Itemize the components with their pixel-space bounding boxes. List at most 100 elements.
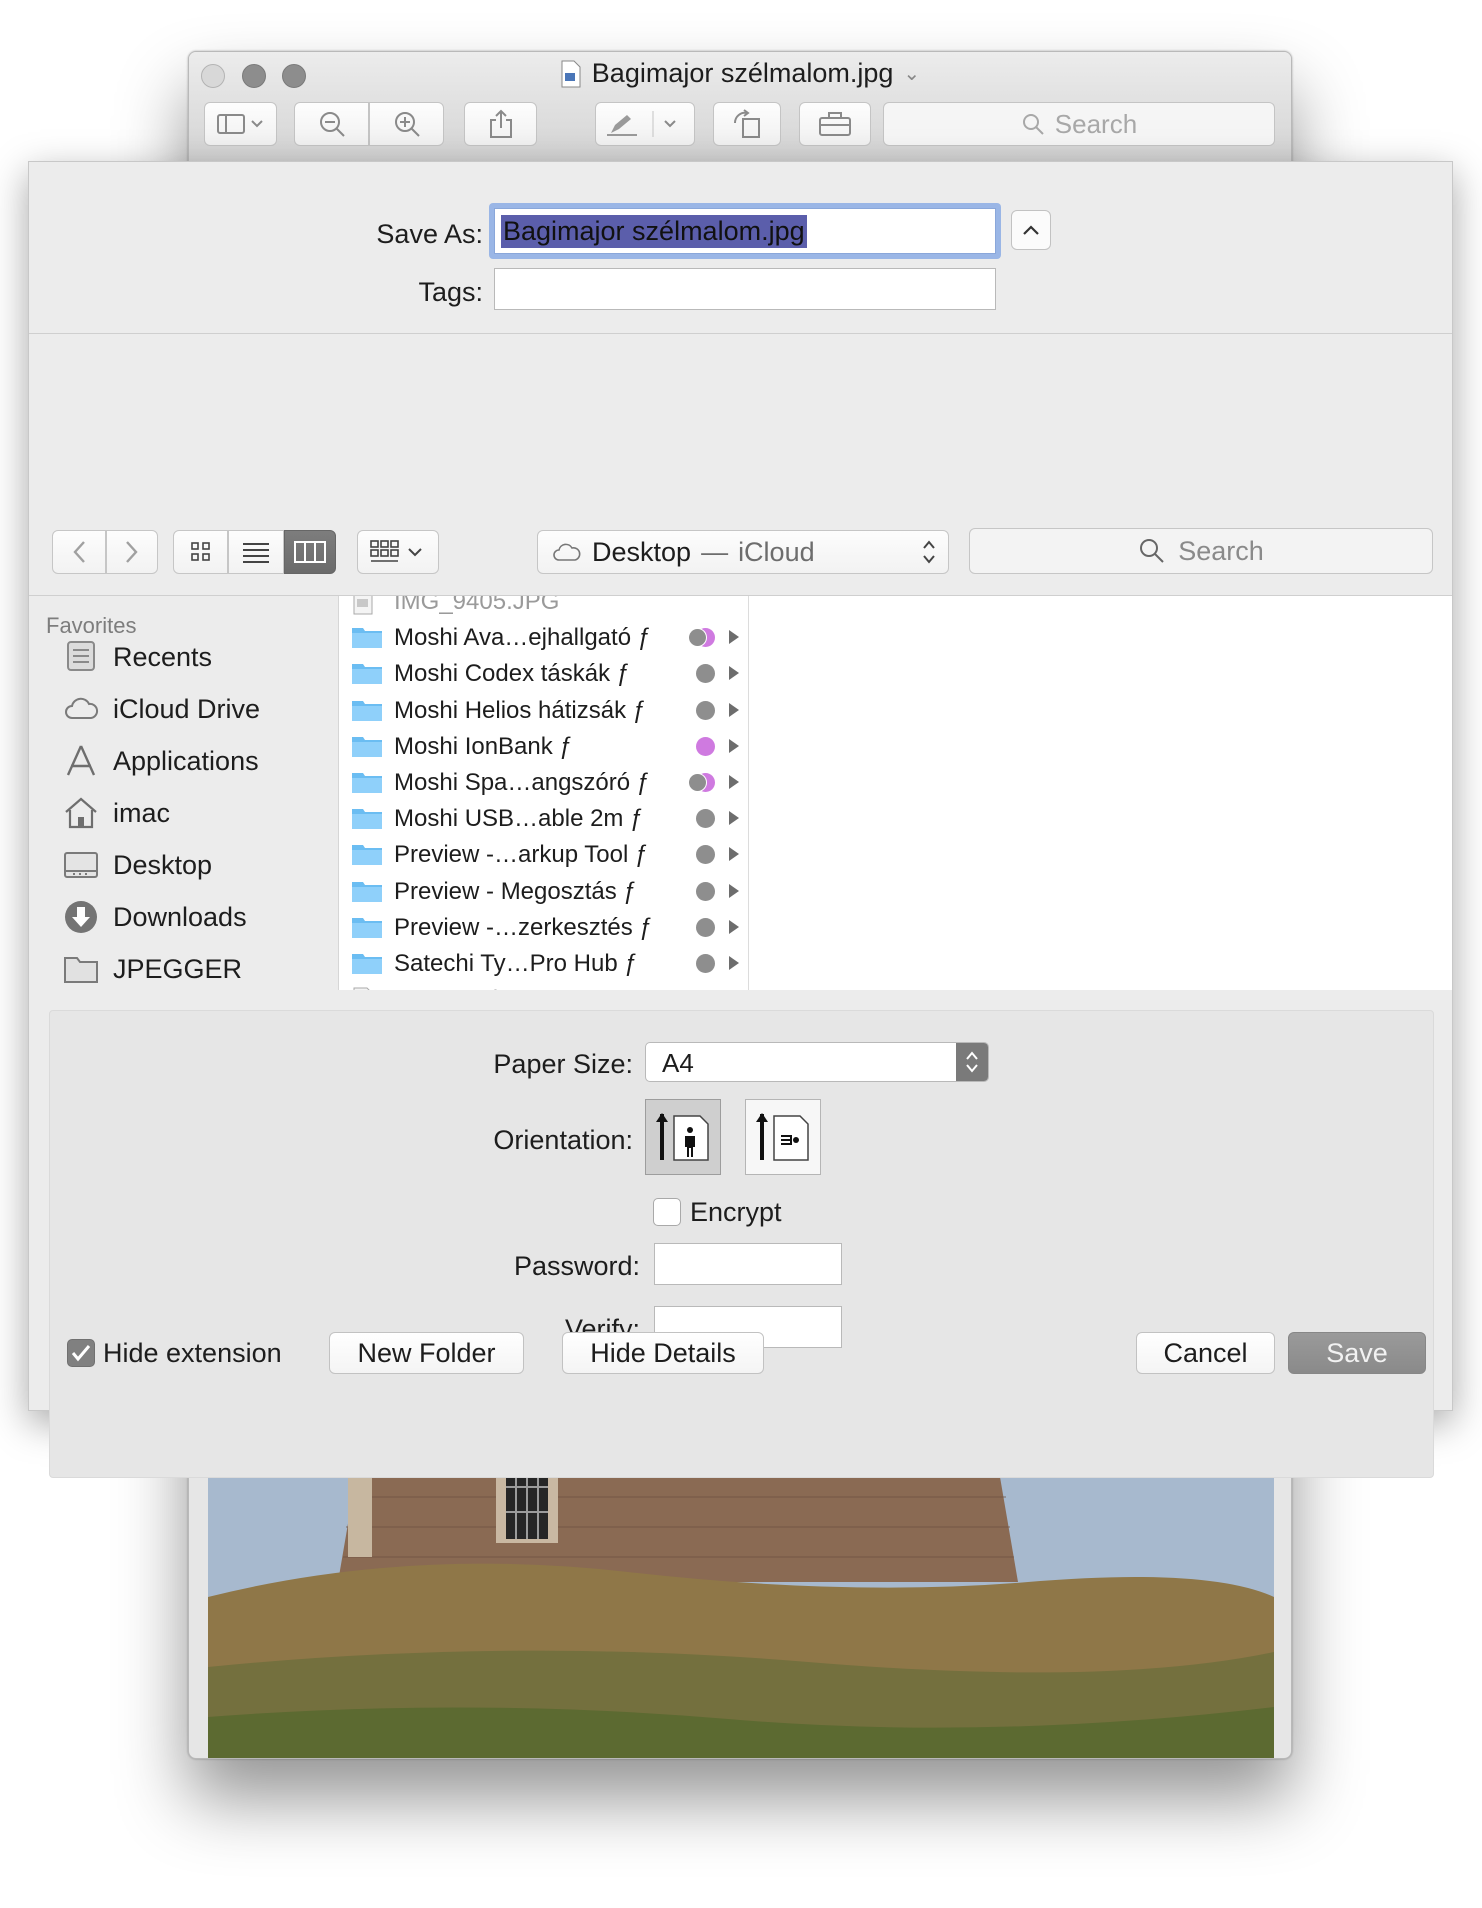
file-row[interactable]: Screen Sh…at 23.15.52 (339, 981, 748, 990)
markup-pen-icon (607, 111, 676, 137)
portrait-orientation-icon (656, 1113, 709, 1161)
sidebar-item-label: imac (113, 797, 171, 828)
checkmark-icon (71, 1345, 91, 1362)
share-icon (489, 109, 512, 138)
markup-button[interactable] (595, 102, 695, 146)
tag-dot (696, 664, 715, 684)
sidebar-item-downloads[interactable]: Downloads (63, 895, 247, 939)
zoom-out-button[interactable] (294, 102, 369, 146)
location-popup[interactable]: Desktop — iCloud (537, 530, 949, 574)
file-row[interactable]: Preview -…zerkesztés ƒ (339, 909, 748, 945)
file-name: Moshi Ava…ejhallgató ƒ (394, 624, 652, 652)
tag-dot (696, 845, 715, 865)
sidebar-item-applications[interactable]: Applications (63, 739, 259, 783)
chevron-up-icon (1023, 225, 1039, 235)
toolbox-button[interactable] (799, 102, 871, 146)
document-icon (560, 60, 582, 88)
disclosure-arrow-icon (729, 811, 739, 826)
toolbox-icon (819, 112, 851, 136)
disclosure-arrow-icon (729, 666, 739, 681)
sidebar-item-label: JPEGGER (113, 953, 243, 984)
folder-icon (351, 915, 383, 939)
file-row[interactable]: Moshi Codex táskák ƒ (339, 655, 748, 691)
password-field[interactable] (654, 1243, 842, 1285)
rotate-button[interactable] (713, 102, 781, 146)
portrait-orientation-button[interactable] (645, 1099, 721, 1175)
view-list-button[interactable] (228, 530, 284, 574)
sidebar-item-desktop[interactable]: Desktop (63, 843, 212, 887)
header-divider (29, 333, 1452, 334)
forward-button[interactable] (106, 530, 158, 574)
sidebar-toggle-button[interactable] (204, 102, 277, 146)
file-name: Moshi Spa…angszóró ƒ (394, 769, 651, 796)
hide-extension-checkbox[interactable] (67, 1339, 95, 1367)
file-row[interactable]: Satechi Ty…Pro Hub ƒ (339, 945, 748, 981)
window-title[interactable]: Bagimajor szélmalom.jpg ⌄ (189, 58, 1291, 89)
folder-icon (64, 957, 98, 983)
paper-size-stepper (956, 1043, 988, 1081)
zoom-in-button[interactable] (369, 102, 444, 146)
file-name: Moshi USB…able 2m ƒ (394, 805, 644, 833)
file-row[interactable]: Moshi USB…able 2m ƒ (339, 800, 748, 836)
sidebar-icon (216, 114, 263, 134)
view-icons-button[interactable] (173, 530, 228, 574)
arrange-button[interactable] (357, 530, 439, 574)
folder-icon (351, 842, 383, 866)
file-row[interactable]: Moshi Spa…angszóró ƒ (339, 764, 748, 800)
back-button[interactable] (52, 530, 106, 574)
disclosure-arrow-icon (729, 630, 739, 645)
preview-search-field[interactable]: Search (883, 102, 1275, 146)
orientation-label: Orientation: (493, 1125, 633, 1155)
file-row[interactable]: Moshi Ava…ejhallgató ƒ (339, 619, 748, 655)
sidebar-item-icloud-drive[interactable]: iCloud Drive (63, 687, 260, 731)
save-button[interactable]: Save (1288, 1332, 1426, 1374)
tags-field[interactable] (494, 268, 996, 310)
home-icon (65, 797, 97, 829)
folder-icon (351, 879, 383, 903)
paper-size-value: A4 (662, 1048, 694, 1078)
list-icon (243, 543, 269, 563)
file-row[interactable]: Preview -…arkup Tool ƒ (339, 836, 748, 872)
collapse-browser-button[interactable] (1011, 210, 1051, 250)
applications-icon (66, 745, 96, 776)
sidebar-item-recents[interactable]: Recents (63, 635, 212, 679)
tag-dot (688, 773, 707, 792)
grid-icon (190, 542, 210, 561)
file-name: Preview - Megosztás ƒ (394, 877, 637, 905)
folder-icon (351, 806, 383, 830)
up-down-arrows-icon (966, 1051, 978, 1073)
save-as-field[interactable]: Bagimajor szélmalom.jpg (494, 208, 996, 254)
view-columns-button[interactable] (284, 530, 336, 574)
location-separator: — (701, 536, 729, 567)
file-name: Satechi Ty…Pro Hub ƒ (394, 950, 638, 977)
zoom-in-icon (394, 112, 420, 137)
file-row[interactable]: IMG_9405.JPG (339, 596, 748, 619)
up-down-arrows-icon (923, 540, 935, 564)
share-button[interactable] (464, 102, 537, 146)
file-name: Moshi IonBank ƒ (394, 732, 573, 760)
file-name: Moshi Codex táskák ƒ (394, 660, 631, 688)
tag-dot (696, 700, 715, 720)
file-row[interactable]: Moshi IonBank ƒ (339, 728, 748, 764)
encrypt-label: Encrypt (690, 1197, 782, 1227)
file-row[interactable]: Moshi Helios hátizsák ƒ (339, 692, 748, 728)
file-row[interactable]: Preview - Megosztás ƒ (339, 873, 748, 909)
paper-size-popup[interactable]: A4 (645, 1042, 989, 1082)
tag-dot (696, 809, 715, 829)
save-as-focus-ring: Bagimajor szélmalom.jpg (489, 203, 1001, 259)
sidebar-item-imac[interactable]: imac (63, 791, 170, 835)
browser-search-field[interactable]: Search (969, 528, 1433, 574)
hide-details-button[interactable]: Hide Details (562, 1332, 764, 1374)
tag-dot (696, 954, 715, 973)
sidebar-item-jpegger[interactable]: JPEGGER (63, 947, 242, 990)
encrypt-checkbox[interactable] (653, 1198, 681, 1226)
file-name: Moshi Helios hátizsák ƒ (394, 696, 647, 724)
disclosure-arrow-icon (729, 847, 739, 862)
location-service: iCloud (738, 536, 815, 567)
landscape-orientation-button[interactable] (745, 1099, 821, 1175)
new-folder-button[interactable]: New Folder (329, 1332, 524, 1374)
cancel-button[interactable]: Cancel (1136, 1332, 1275, 1374)
sidebar: Favorites Recents iCloud Drive Applicati… (29, 596, 339, 990)
folder-icon (351, 698, 383, 722)
image-file-icon (351, 596, 375, 615)
